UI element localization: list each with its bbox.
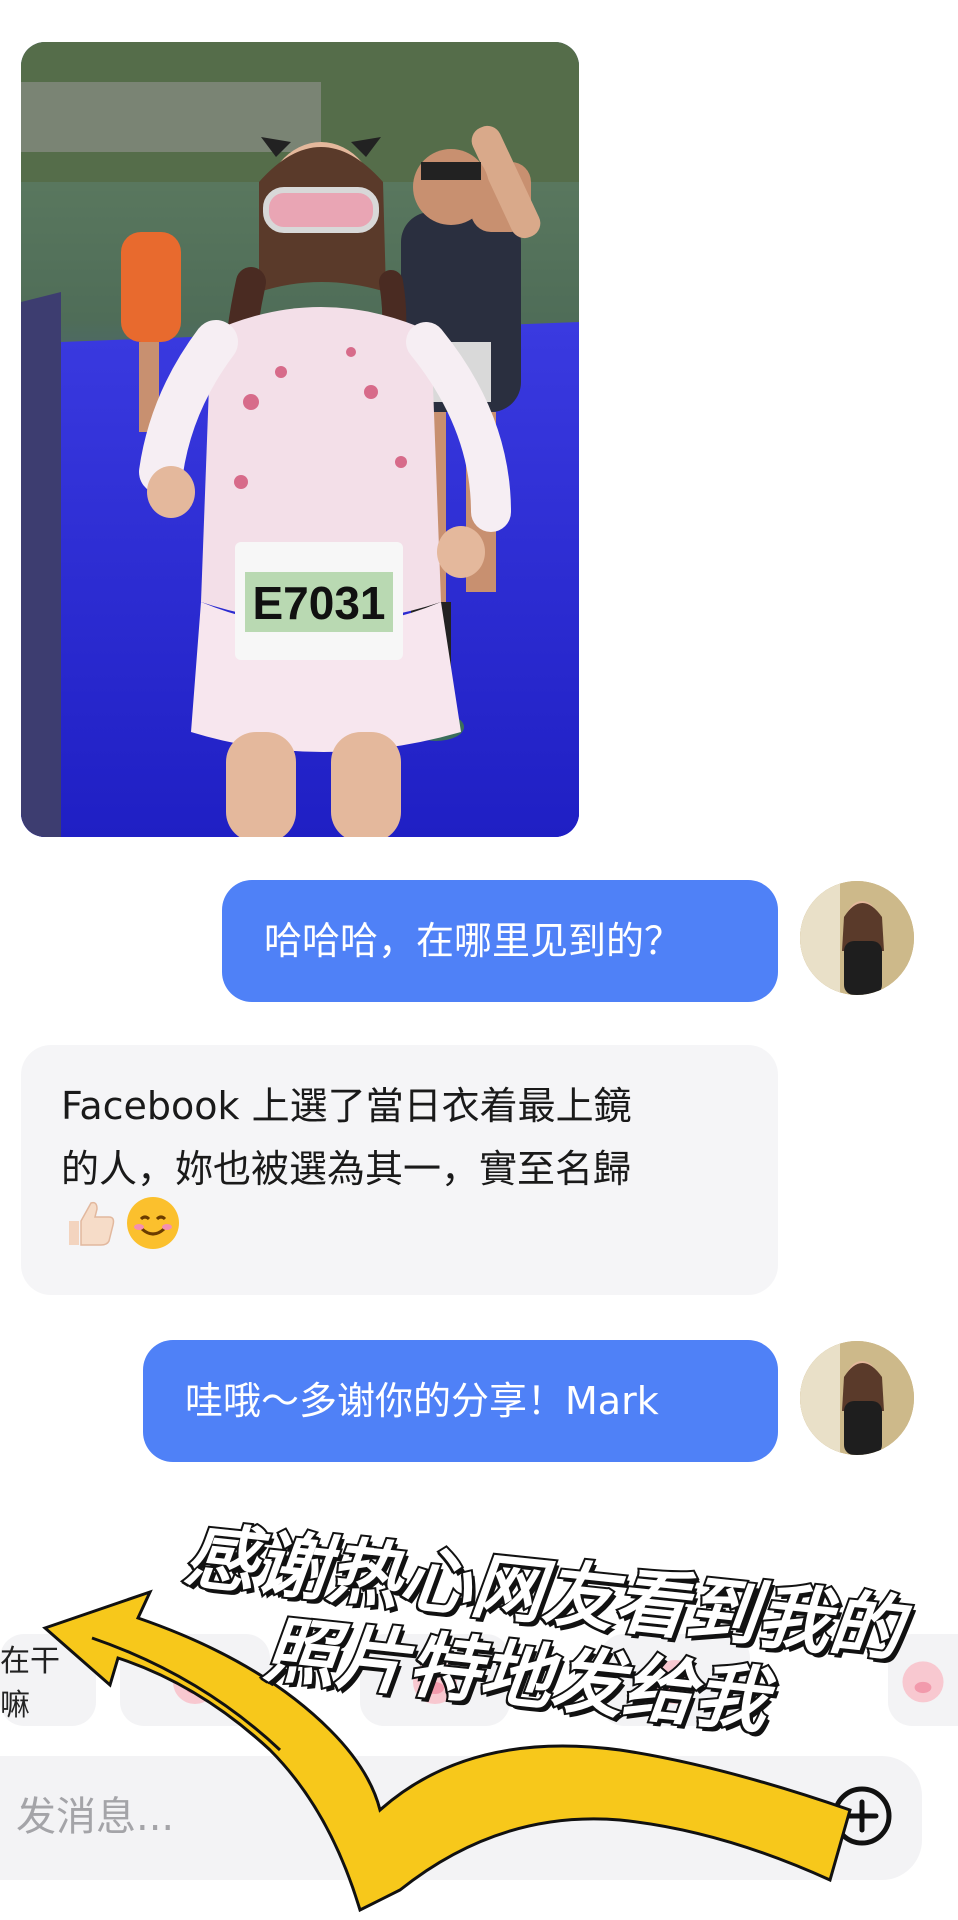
message-text: 哇哦～多谢你的分享！Mark: [185, 1379, 659, 1423]
message-text: 哈哈哈，在哪里见到的？: [264, 919, 683, 963]
user-avatar[interactable]: [800, 881, 914, 995]
emoji-button[interactable]: [726, 1784, 790, 1848]
user-avatar[interactable]: [800, 1341, 914, 1455]
smiley-icon: [728, 1786, 788, 1846]
message-emojis: [61, 1197, 738, 1264]
message-row-outgoing: 哇哦～多谢你的分享！Mark: [0, 1340, 958, 1462]
message-input[interactable]: 发消息...: [16, 1792, 174, 1842]
quick-reply-label: 在干嘛: [0, 1644, 60, 1723]
received-photo-message[interactable]: E7031: [21, 42, 579, 837]
message-text-line-1: Facebook 上選了當日衣着最上鏡: [61, 1084, 632, 1128]
plus-circle-icon: [832, 1786, 892, 1846]
outgoing-message-bubble[interactable]: 哇哦～多谢你的分享！Mark: [143, 1340, 778, 1462]
message-text-line-2: 的人，妳也被選為其一，實至名歸: [61, 1147, 632, 1191]
sticker-chip[interactable]: [360, 1634, 510, 1726]
marathon-runner-photo: E7031: [21, 42, 579, 837]
pig-sticker-icon: [902, 1661, 944, 1703]
chat-screen: E7031 哈哈哈，在哪里见到的？ Facebook 上選了當日衣着最上鏡 的人…: [0, 0, 958, 1920]
bib-number: E7031: [252, 577, 385, 629]
thumbs-up-icon: [61, 1195, 117, 1270]
avatar-image: [800, 881, 914, 995]
outgoing-message-bubble[interactable]: 哈哈哈，在哪里见到的？: [222, 880, 778, 1002]
message-row-incoming: Facebook 上選了當日衣着最上鏡 的人，妳也被選為其一，實至名歸: [0, 1045, 958, 1295]
pig-sticker-icon: [173, 1660, 217, 1704]
pig-sticker-icon: [413, 1660, 457, 1704]
pig-sticker-icon: [653, 1660, 697, 1704]
add-attachment-button[interactable]: [830, 1784, 894, 1848]
avatar-image: [800, 1341, 914, 1455]
sticker-chip[interactable]: [120, 1634, 270, 1726]
smiling-face-icon: [125, 1195, 181, 1270]
quick-reply-chip[interactable]: 在干嘛: [0, 1634, 96, 1726]
message-row-outgoing: 哈哈哈，在哪里见到的？: [0, 880, 958, 1002]
sticker-chip[interactable]: [888, 1634, 958, 1726]
incoming-message-bubble[interactable]: Facebook 上選了當日衣着最上鏡 的人，妳也被選為其一，實至名歸: [21, 1045, 778, 1295]
sticker-chip[interactable]: [600, 1634, 750, 1726]
quick-reply-strip: 在干嘛: [0, 1634, 958, 1726]
